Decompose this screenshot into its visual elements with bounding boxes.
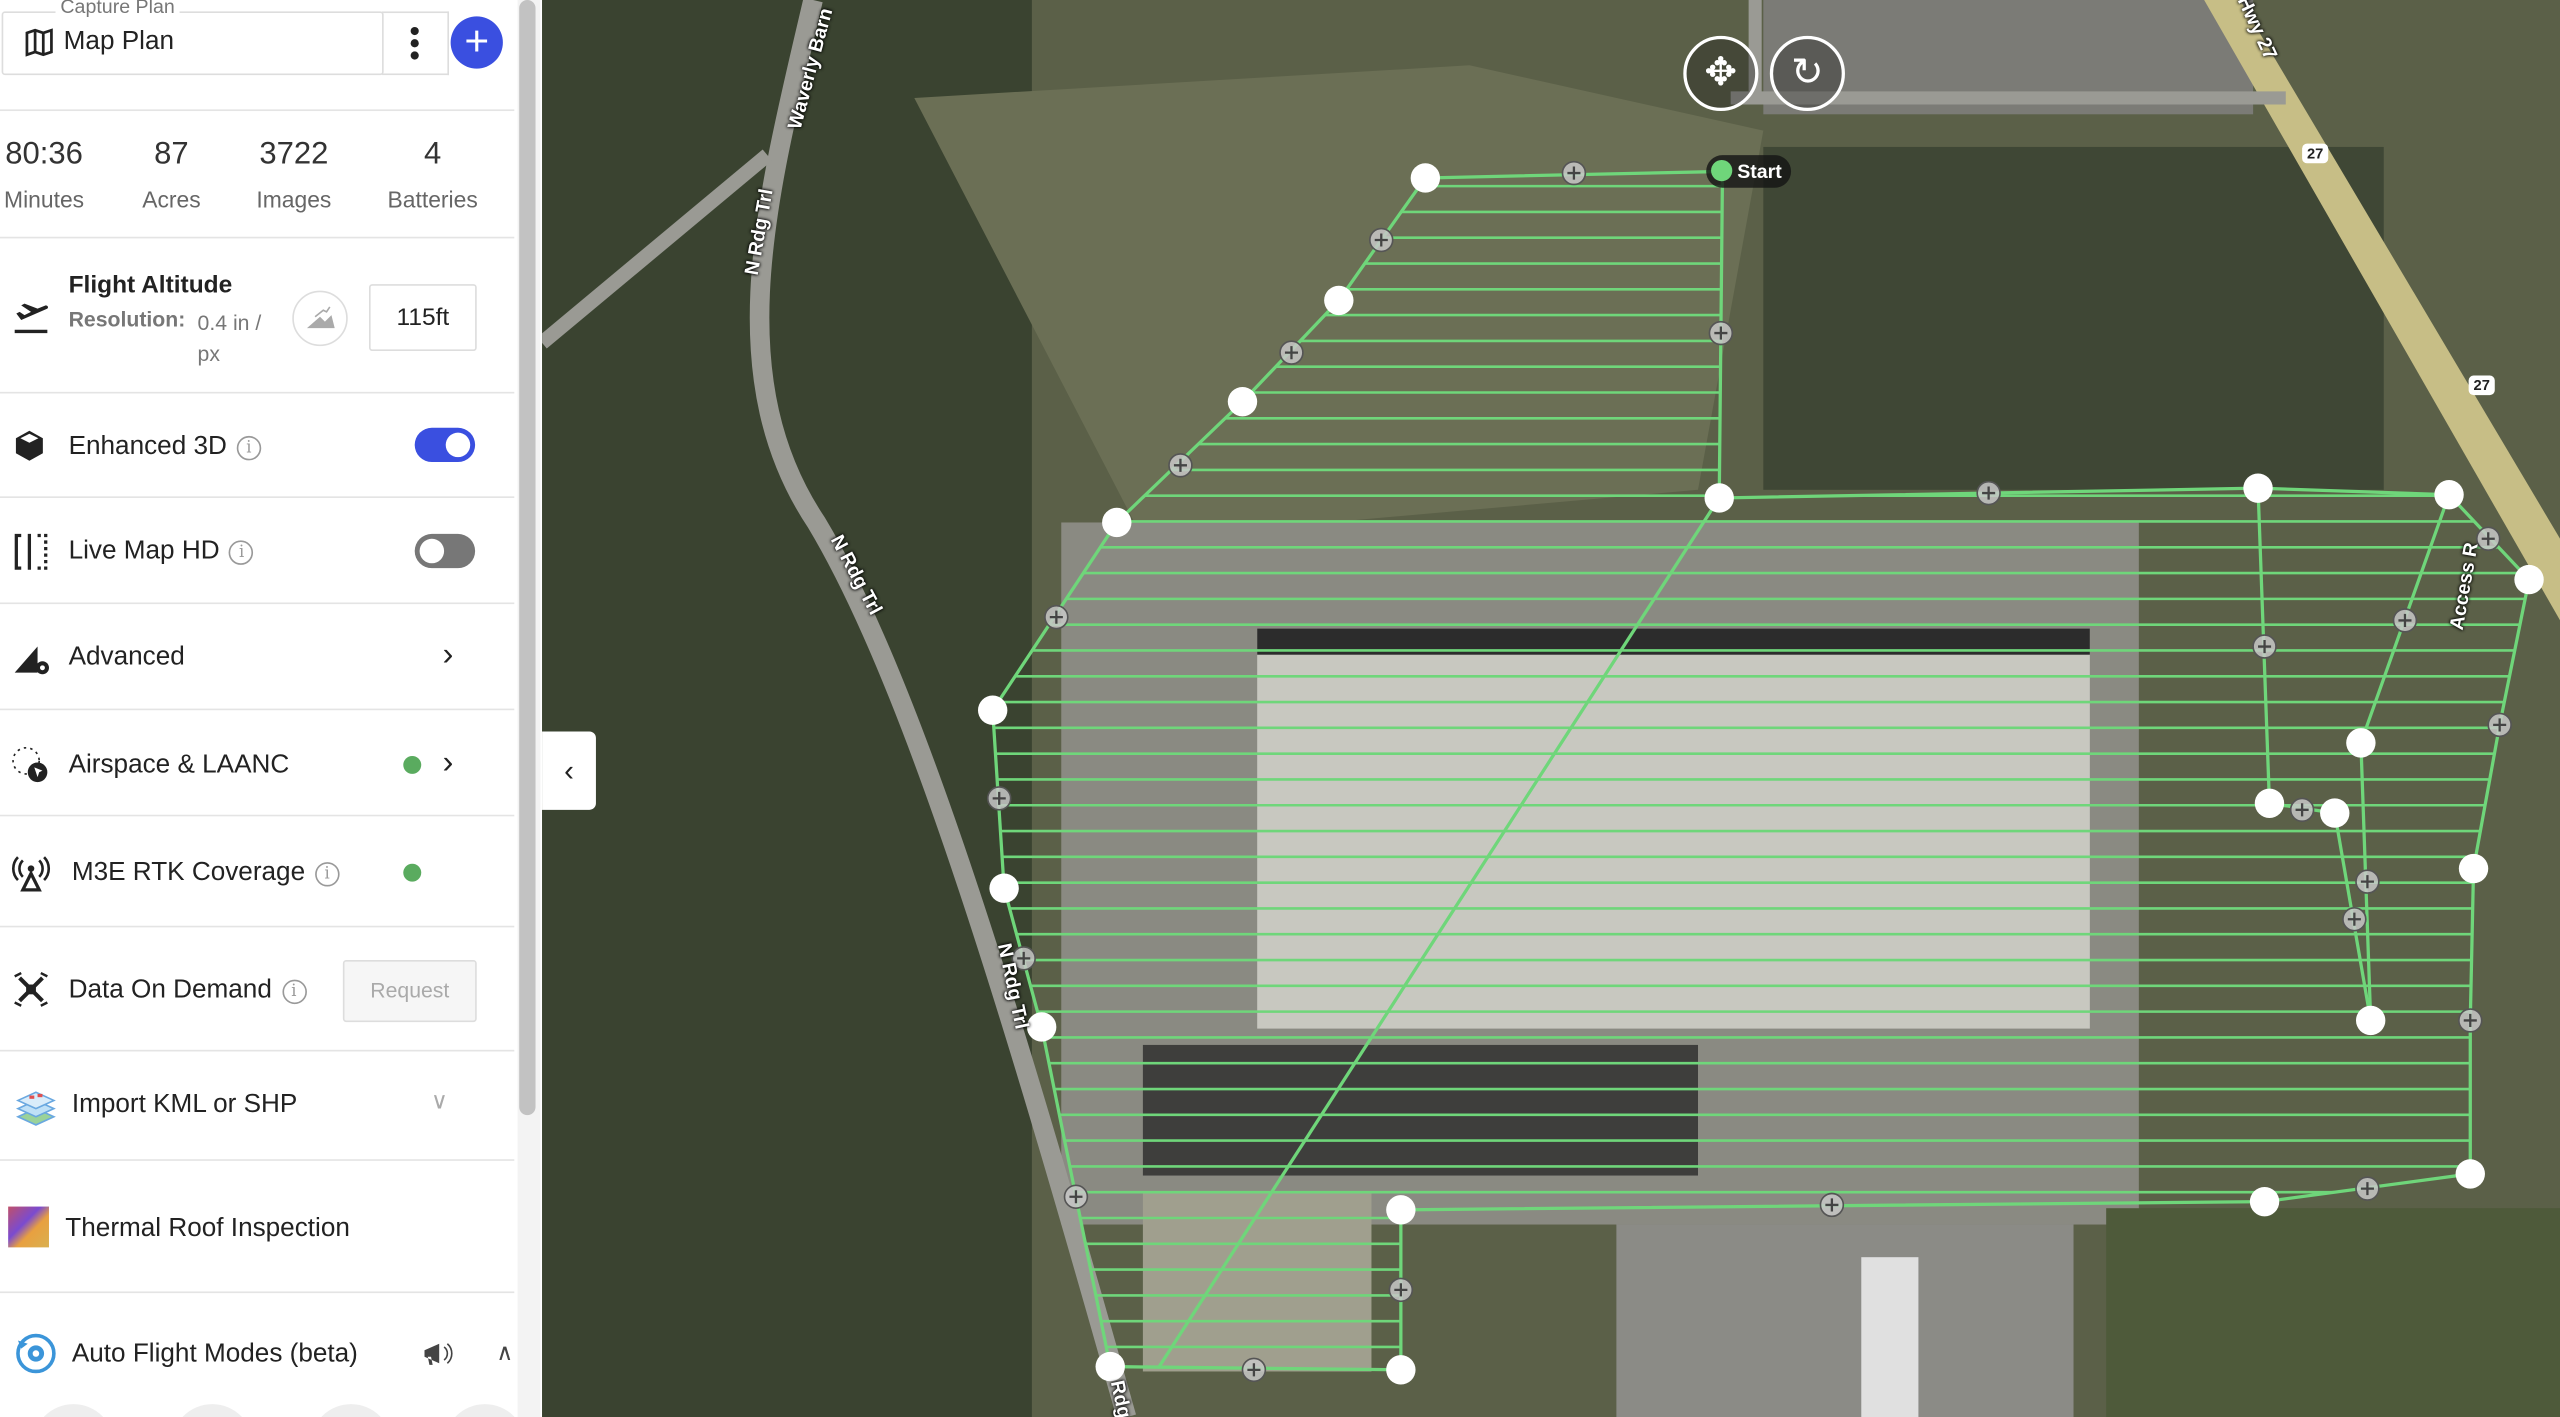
add-plan-button[interactable]: + <box>450 16 503 69</box>
data-on-demand-row: Data On Demand i Request <box>0 927 515 1052</box>
vertex-handle[interactable] <box>2434 480 2464 510</box>
antenna-icon <box>11 856 51 892</box>
terrain-icon <box>306 306 335 329</box>
rotate-icon: ↻ <box>1790 50 1824 95</box>
mode-thumbnails <box>0 1404 516 1417</box>
stat-minutes: 80:36 Minutes <box>4 137 85 213</box>
route-shield: 27 <box>2302 143 2329 164</box>
airspace-label: Airspace & LAANC <box>68 751 290 779</box>
terrain-follow-button[interactable] <box>292 290 348 347</box>
auto-gear-icon <box>16 1333 56 1374</box>
more-vertical-icon <box>410 26 419 60</box>
map-icon <box>25 28 53 57</box>
stat-acres: 87 Acres <box>142 137 201 213</box>
vertex-handle[interactable] <box>1386 1355 1416 1385</box>
airspace-icon <box>12 746 48 783</box>
move-button[interactable]: ✥ <box>1683 35 1759 112</box>
more-options-button[interactable] <box>382 11 449 76</box>
plan-select[interactable]: Map Plan <box>1 11 384 76</box>
vertex-handle[interactable] <box>1386 1195 1416 1225</box>
megaphone-icon <box>424 1343 453 1365</box>
advanced-settings-icon <box>14 646 49 675</box>
enhanced-3d-toggle[interactable] <box>414 427 476 463</box>
start-label: Start <box>1737 160 1782 183</box>
live-map-hd-row: Live Map HD i <box>0 498 515 605</box>
route-shield: 27 <box>2468 375 2495 396</box>
data-on-demand-label: Data On Demand i <box>69 976 307 1005</box>
auto-flight-label: Auto Flight Modes (beta) <box>71 1340 358 1369</box>
vertex-handle[interactable] <box>2355 1005 2386 1036</box>
vertex-handle[interactable] <box>1704 483 1734 513</box>
scrollbar-thumb[interactable] <box>519 0 536 1116</box>
split-view-icon <box>14 533 48 570</box>
live-map-hd-toggle[interactable] <box>414 533 476 569</box>
satellite-map[interactable]: ✥ ↻ Start Waverly Barn N Rdg Trl N Rdg T… <box>542 0 2560 1417</box>
vertex-handle[interactable] <box>2458 853 2489 884</box>
vertex-handle[interactable] <box>2346 728 2376 758</box>
info-icon[interactable]: i <box>229 540 254 565</box>
vertex-handle[interactable] <box>2249 1186 2280 1217</box>
enhanced-3d-label: Enhanced 3D i <box>69 433 262 462</box>
vertex-handle[interactable] <box>2455 1159 2485 1189</box>
map-canvas[interactable] <box>542 0 2560 1417</box>
capture-plan-header: Map Plan Capture Plan + <box>0 0 515 112</box>
rtk-label: M3E RTK Coverage i <box>72 859 340 888</box>
rotate-button[interactable]: ↻ <box>1769 35 1845 112</box>
vertex-handle[interactable] <box>1410 163 1441 193</box>
import-kml-row[interactable]: Import KML or SHP ∨ <box>0 1051 515 1161</box>
collapse-sidebar-button[interactable]: ‹ <box>542 731 596 810</box>
stat-batteries: 4 Batteries <box>387 137 478 213</box>
vertex-handle[interactable] <box>1227 386 1258 417</box>
chevron-up-icon[interactable]: ∧ <box>496 1339 513 1367</box>
vertex-handle[interactable] <box>2320 798 2350 828</box>
layers-icon <box>15 1091 56 1126</box>
advanced-row[interactable]: Advanced › <box>0 604 515 711</box>
auto-flight-row[interactable]: Auto Flight Modes (beta) ∧ <box>0 1293 516 1417</box>
vertex-handle[interactable] <box>2514 564 2544 595</box>
vertex-handle[interactable] <box>1095 1351 1125 1382</box>
chevron-right-icon: › <box>442 744 454 781</box>
enhanced-3d-row: Enhanced 3D i <box>0 393 515 498</box>
chevron-down-icon: ∨ <box>431 1087 448 1114</box>
info-icon[interactable]: i <box>281 979 307 1005</box>
vertex-handle[interactable] <box>1324 285 1354 316</box>
import-label: Import KML or SHP <box>71 1090 298 1119</box>
drone-icon <box>14 971 48 1007</box>
thermal-thumbnail-icon <box>8 1206 49 1248</box>
live-map-hd-label: Live Map HD i <box>69 537 254 566</box>
plus-icon: + <box>464 16 490 66</box>
vertex-handle[interactable] <box>977 695 1008 725</box>
vertex-handle[interactable] <box>2243 473 2273 503</box>
rtk-coverage-row: M3E RTK Coverage i <box>0 816 515 928</box>
vertex-handle[interactable] <box>989 873 1019 903</box>
move-arrows-icon: ✥ <box>1704 50 1738 95</box>
plan-name: Map Plan <box>63 27 175 56</box>
altitude-input[interactable]: 115ft <box>368 284 477 352</box>
chevron-left-icon: ‹ <box>564 754 574 787</box>
chevron-right-icon: › <box>442 636 454 673</box>
vertex-handle[interactable] <box>2254 788 2285 818</box>
info-icon[interactable]: i <box>236 435 262 461</box>
airspace-laanc-row[interactable]: Airspace & LAANC › <box>0 710 515 817</box>
advanced-label: Advanced <box>68 643 185 672</box>
airspace-status-dot <box>403 755 422 774</box>
start-marker[interactable]: Start <box>1706 155 1792 188</box>
flight-altitude-row: Flight Altitude Resolution: 0.4 in / px … <box>0 238 515 394</box>
request-button[interactable]: Request <box>342 960 477 1023</box>
plane-takeoff-icon <box>14 303 49 334</box>
start-dot-icon <box>1711 160 1733 182</box>
stat-images: 3722 Images <box>256 137 332 213</box>
capture-plan-legend: Capture Plan <box>55 0 180 18</box>
vertex-handle[interactable] <box>1102 507 1132 538</box>
altitude-title: Flight Altitude <box>68 271 233 299</box>
thermal-label: Thermal Roof Inspection <box>65 1214 350 1243</box>
thermal-roof-row[interactable]: Thermal Roof Inspection <box>0 1161 515 1294</box>
rtk-status-dot <box>403 863 422 882</box>
resolution-label: Resolution: <box>68 306 186 332</box>
sidebar: Map Plan Capture Plan + 80:36 Minutes 87 A… <box>0 0 516 1417</box>
sidebar-scrollbar[interactable] <box>517 0 541 1417</box>
cube-icon <box>15 430 43 461</box>
resolution-value: 0.4 in / px <box>197 310 262 366</box>
info-icon[interactable]: i <box>314 862 340 887</box>
